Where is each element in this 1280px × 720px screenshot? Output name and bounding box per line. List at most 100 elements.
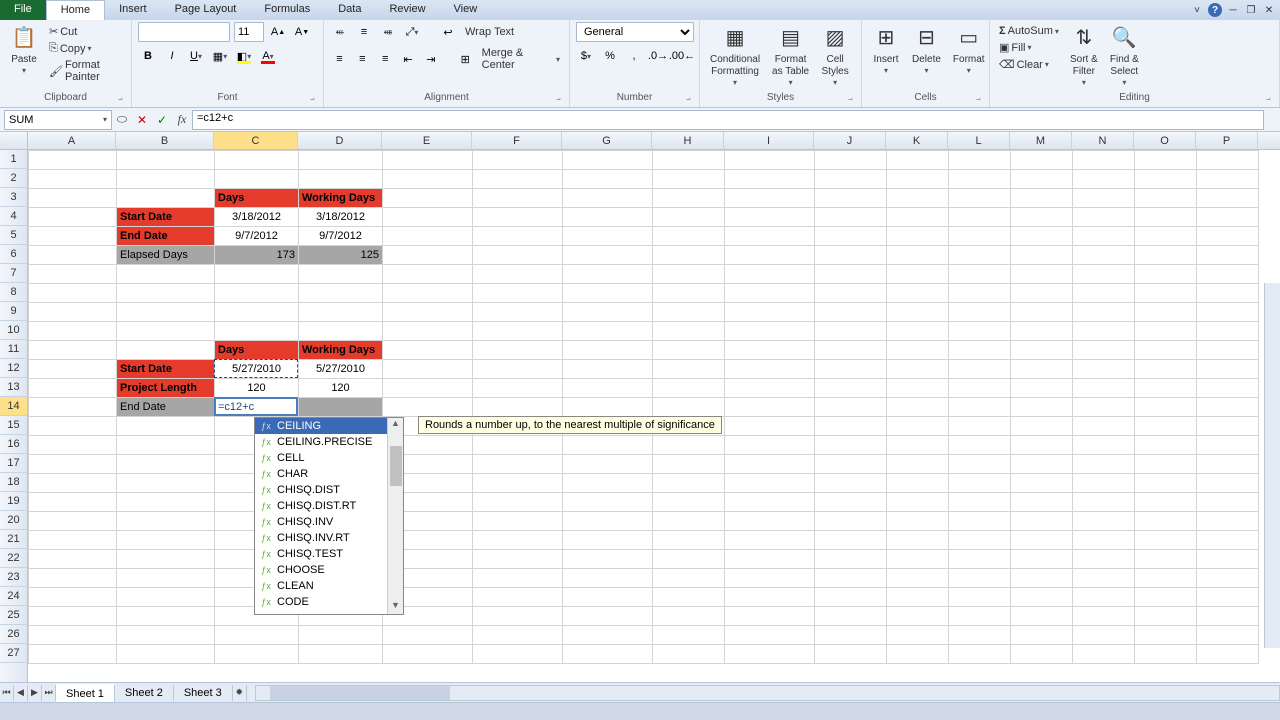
insert-cells-button[interactable]: ⊞Insert▾ xyxy=(868,22,904,78)
row-header-11[interactable]: 11 xyxy=(0,340,27,359)
cell[interactable] xyxy=(473,227,563,246)
cell[interactable] xyxy=(473,569,563,588)
row-header-16[interactable]: 16 xyxy=(0,435,27,454)
cell[interactable] xyxy=(1197,645,1259,664)
cell[interactable] xyxy=(1197,626,1259,645)
row-header-27[interactable]: 27 xyxy=(0,644,27,663)
cell[interactable] xyxy=(1073,189,1135,208)
cell[interactable] xyxy=(29,645,117,664)
cell[interactable] xyxy=(725,550,815,569)
autocomplete-item[interactable]: ƒxCHISQ.DIST xyxy=(255,482,403,498)
cell[interactable] xyxy=(1073,588,1135,607)
cell[interactable] xyxy=(1073,474,1135,493)
cell[interactable] xyxy=(1011,360,1073,379)
cell[interactable] xyxy=(815,474,887,493)
cell[interactable] xyxy=(653,208,725,227)
cell[interactable] xyxy=(1073,170,1135,189)
cell[interactable]: End Date xyxy=(117,227,215,246)
row-header-5[interactable]: 5 xyxy=(0,226,27,245)
cell[interactable] xyxy=(887,246,949,265)
cell[interactable] xyxy=(949,588,1011,607)
cell[interactable]: 125 xyxy=(299,246,383,265)
cell[interactable] xyxy=(1135,417,1197,436)
select-all-corner[interactable] xyxy=(0,132,28,149)
cell[interactable] xyxy=(725,569,815,588)
cell[interactable] xyxy=(949,189,1011,208)
sheet-tab-2[interactable]: Sheet 2 xyxy=(115,685,174,701)
cell[interactable] xyxy=(117,512,215,531)
cell[interactable] xyxy=(1073,398,1135,417)
align-bottom-icon[interactable]: ⬵ xyxy=(378,22,398,42)
cell[interactable] xyxy=(887,170,949,189)
cell[interactable] xyxy=(1197,531,1259,550)
horizontal-scrollbar[interactable] xyxy=(255,685,1280,701)
decrease-font-icon[interactable]: A▼ xyxy=(292,22,312,42)
cell[interactable] xyxy=(887,455,949,474)
cell[interactable] xyxy=(29,455,117,474)
cell[interactable] xyxy=(949,626,1011,645)
tab-home[interactable]: Home xyxy=(46,0,105,20)
cell[interactable]: Days xyxy=(215,189,299,208)
cell[interactable] xyxy=(1011,645,1073,664)
cell[interactable] xyxy=(653,227,725,246)
cell[interactable] xyxy=(1197,265,1259,284)
cell[interactable] xyxy=(563,607,653,626)
cell[interactable] xyxy=(887,588,949,607)
cell[interactable] xyxy=(725,227,815,246)
cell[interactable] xyxy=(563,284,653,303)
vertical-scrollbar[interactable] xyxy=(1264,283,1280,648)
column-header-H[interactable]: H xyxy=(652,132,724,149)
conditional-formatting-button[interactable]: ▦Conditional Formatting▾ xyxy=(706,22,764,90)
cell[interactable] xyxy=(215,303,299,322)
cell[interactable] xyxy=(1197,569,1259,588)
cell[interactable] xyxy=(117,189,215,208)
cell[interactable] xyxy=(1011,626,1073,645)
column-header-K[interactable]: K xyxy=(886,132,948,149)
cell[interactable] xyxy=(29,474,117,493)
cell[interactable] xyxy=(949,246,1011,265)
cell[interactable] xyxy=(653,341,725,360)
cell[interactable] xyxy=(1073,455,1135,474)
cell[interactable] xyxy=(1011,265,1073,284)
autocomplete-item[interactable]: ƒxCHAR xyxy=(255,466,403,482)
cell[interactable] xyxy=(725,417,815,436)
cell[interactable] xyxy=(1197,607,1259,626)
cell[interactable] xyxy=(383,208,473,227)
cell[interactable] xyxy=(563,208,653,227)
row-header-8[interactable]: 8 xyxy=(0,283,27,302)
cell[interactable]: 3/18/2012 xyxy=(299,208,383,227)
cell[interactable] xyxy=(725,379,815,398)
cell[interactable] xyxy=(1197,436,1259,455)
cell[interactable] xyxy=(1135,227,1197,246)
cell[interactable] xyxy=(815,550,887,569)
cell[interactable] xyxy=(725,341,815,360)
cell[interactable] xyxy=(1073,379,1135,398)
cell[interactable]: Working Days xyxy=(299,189,383,208)
cell[interactable] xyxy=(1197,493,1259,512)
autocomplete-scrollbar[interactable]: ▲▼ xyxy=(387,418,403,614)
cell[interactable] xyxy=(1073,265,1135,284)
cell[interactable] xyxy=(949,607,1011,626)
row-header-21[interactable]: 21 xyxy=(0,530,27,549)
column-header-E[interactable]: E xyxy=(382,132,472,149)
column-header-L[interactable]: L xyxy=(948,132,1010,149)
cell[interactable] xyxy=(1011,455,1073,474)
comma-format-icon[interactable]: , xyxy=(624,46,644,66)
cell[interactable] xyxy=(815,360,887,379)
cell[interactable] xyxy=(1073,626,1135,645)
cell[interactable] xyxy=(215,265,299,284)
cells-area[interactable]: DaysWorking DaysStart Date3/18/20123/18/… xyxy=(28,150,1280,686)
tab-data[interactable]: Data xyxy=(324,0,375,20)
cell[interactable] xyxy=(215,151,299,170)
cell[interactable] xyxy=(1135,284,1197,303)
cell[interactable] xyxy=(1011,341,1073,360)
cell[interactable]: 120 xyxy=(215,379,299,398)
cell[interactable] xyxy=(563,360,653,379)
row-header-19[interactable]: 19 xyxy=(0,492,27,511)
cell[interactable] xyxy=(1011,474,1073,493)
accounting-format-icon[interactable]: $▾ xyxy=(576,46,596,66)
cell[interactable] xyxy=(563,569,653,588)
autocomplete-item[interactable]: ƒxCLEAN xyxy=(255,578,403,594)
cell[interactable] xyxy=(949,569,1011,588)
file-tab[interactable]: File xyxy=(0,0,46,20)
